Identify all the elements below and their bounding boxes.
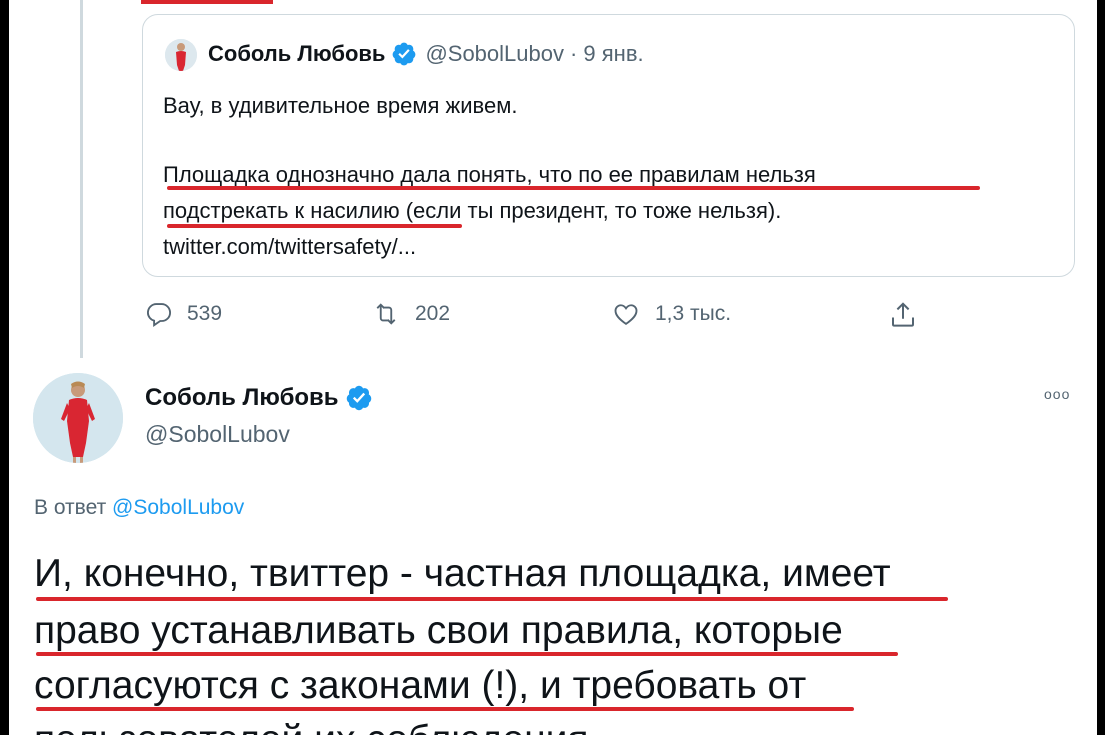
share-button[interactable]	[888, 300, 932, 330]
quoted-tweet-line: Площадка однозначно дала понять, что по …	[163, 162, 816, 187]
quoted-tweet-link[interactable]: twitter.com/twittersafety/...	[163, 234, 416, 260]
quoted-author-avatar[interactable]	[165, 39, 197, 71]
retweet-icon	[376, 303, 396, 325]
red-underline	[167, 186, 980, 190]
red-underline	[36, 597, 948, 601]
tweet-body-line: право устанавливать свои правила, которы…	[34, 609, 843, 652]
tweet-body-line: пользователей их соблюдения.	[34, 718, 599, 735]
reply-count: 539	[187, 302, 223, 325]
red-underline	[36, 707, 854, 711]
quoted-author-name[interactable]: Соболь Любовь	[208, 41, 385, 67]
author-handle[interactable]: @SobolLubov	[145, 421, 290, 448]
like-icon	[614, 304, 638, 326]
retweet-count: 202	[415, 302, 451, 325]
avatar-figure-icon	[33, 373, 123, 463]
tweet-body-line: согласуются с законами (!), и требовать …	[34, 664, 807, 707]
quoted-tweet-card[interactable]: Соболь Любовь @SobolLubov · 9 янв. Вау, …	[142, 14, 1075, 277]
reply-handle-link[interactable]: @SobolLubov	[112, 496, 244, 519]
tweet-body-line: И, конечно, твиттер - частная площадка, …	[34, 552, 891, 595]
reply-context: В ответ @SobolLubov	[34, 496, 244, 520]
quoted-tweet-header: Соболь Любовь @SobolLubov · 9 янв.	[208, 41, 644, 67]
verified-badge-icon	[346, 385, 371, 411]
author-avatar[interactable]	[33, 373, 123, 463]
quoted-author-handle[interactable]: @SobolLubov	[425, 41, 564, 67]
quoted-tweet-line: Вау, в удивительное время живем.	[163, 93, 518, 118]
like-count: 1,3 тыс.	[655, 302, 732, 325]
reply-button[interactable]: 539	[145, 300, 222, 328]
author-name-row: Соболь Любовь	[145, 384, 373, 412]
verified-badge-icon	[393, 42, 416, 66]
reply-icon	[146, 303, 172, 327]
more-icon[interactable]: ооо	[1044, 386, 1070, 402]
quoted-tweet-date[interactable]: · 9 янв.	[570, 41, 644, 67]
avatar-figure-icon	[165, 39, 197, 71]
red-underline	[167, 224, 462, 228]
retweet-button[interactable]: 202	[371, 300, 450, 328]
like-button[interactable]: 1,3 тыс.	[611, 300, 731, 328]
author-name[interactable]: Соболь Любовь	[145, 384, 339, 412]
reply-prefix: В ответ	[34, 496, 107, 519]
quoted-tweet-line: подстрекать к насилию (если ты президент…	[163, 198, 782, 223]
tweet-action-bar: 539 202 1,3 тыс.	[9, 300, 1097, 340]
red-underline	[36, 652, 898, 656]
share-icon	[892, 302, 914, 327]
red-highlight-mark	[141, 0, 273, 4]
tweet-thread: Соболь Любовь @SobolLubov · 9 янв. Вау, …	[9, 0, 1097, 735]
